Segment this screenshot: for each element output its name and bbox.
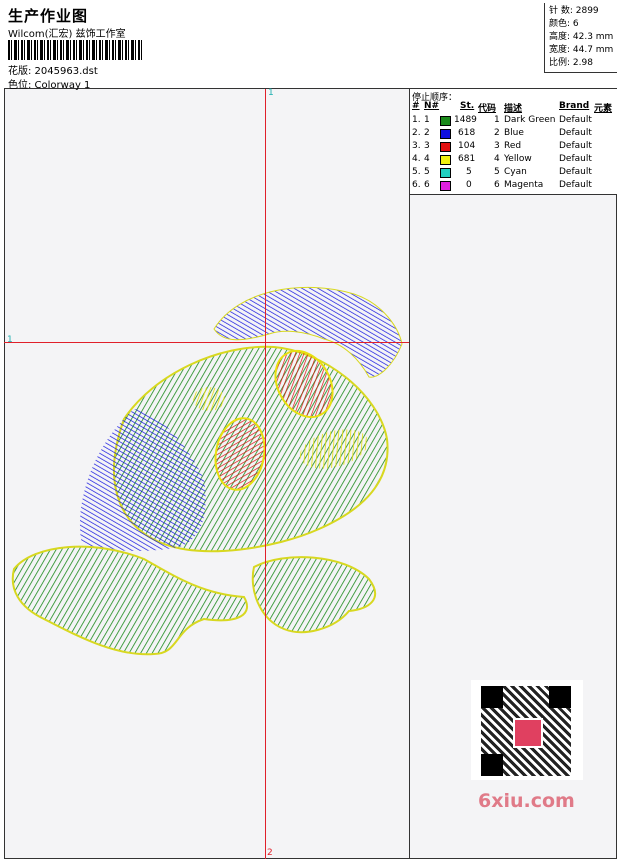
embroidery-canvas — [11, 286, 403, 656]
stat-height: 高度: 42.3 mm — [549, 32, 614, 42]
row-description: Yellow — [504, 154, 532, 164]
right-foot — [251, 556, 377, 634]
barcode — [8, 40, 144, 60]
row-code: 3 — [494, 141, 500, 151]
row-needle: 3 — [424, 141, 430, 151]
row-stitches: 0 — [466, 180, 472, 190]
stop-row: 1. 1 1489 1 Dark Green Default — [410, 115, 617, 128]
design-stats: 针 数: 2899 颜色: 6 高度: 42.3 mm 宽度: 44.7 mm … — [544, 3, 617, 73]
qr-logo-icon — [513, 718, 543, 748]
row-code: 1 — [494, 115, 500, 125]
row-description: Red — [504, 141, 522, 151]
row-code: 2 — [494, 128, 500, 138]
col-brand: Brand — [559, 101, 590, 111]
stat-colors: 颜色: 6 — [549, 19, 579, 29]
col-code: 代码 — [478, 104, 497, 114]
row-description: Cyan — [504, 167, 527, 177]
row-num: 5. — [412, 167, 421, 177]
color-swatch — [440, 129, 451, 139]
stop-row: 3. 3 104 3 Red Default — [410, 141, 617, 154]
row-num: 6. — [412, 180, 421, 190]
sheet-title: 生产作业图 — [8, 7, 89, 25]
color-swatch — [440, 142, 451, 152]
guide-label-left: 1 — [7, 335, 13, 345]
col-description: 描述 — [504, 104, 523, 114]
row-num: 2. — [412, 128, 421, 138]
col-stitches: St. — [460, 101, 475, 111]
color-swatch — [440, 116, 451, 126]
row-needle: 4 — [424, 154, 430, 164]
row-brand: Default — [559, 154, 592, 164]
row-needle: 2 — [424, 128, 430, 138]
row-stitches: 618 — [458, 128, 476, 138]
stop-row: 6. 6 0 6 Magenta Default — [410, 180, 617, 193]
row-code: 6 — [494, 180, 500, 190]
row-stitches: 1489 — [454, 115, 477, 125]
design-name: 花版: 2045963.dst — [8, 66, 98, 77]
vertical-guide — [265, 89, 266, 859]
col-element: 元素 — [594, 104, 613, 114]
color-swatch — [440, 155, 451, 165]
stop-sequence-table: 停止顺序： # N# St. 代码 描述 Brand 元素 1. 1 1489 … — [410, 89, 617, 195]
row-num: 4. — [412, 154, 421, 164]
row-description: Dark Green — [504, 115, 556, 125]
row-brand: Default — [559, 128, 592, 138]
row-num: 1. — [412, 115, 421, 125]
row-description: Blue — [504, 128, 524, 138]
row-brand: Default — [559, 141, 592, 151]
row-brand: Default — [559, 115, 592, 125]
left-foot — [11, 545, 249, 656]
row-num: 3. — [412, 141, 421, 151]
color-swatch — [440, 181, 451, 191]
site-watermark: 6xiu.com — [478, 790, 575, 812]
row-brand: Default — [559, 180, 592, 190]
stop-row: 4. 4 681 4 Yellow Default — [410, 154, 617, 167]
guide-label-top: 1 — [268, 88, 274, 98]
col-index: # — [412, 101, 420, 111]
stat-stitches: 针 数: 2899 — [549, 6, 599, 16]
stat-width: 宽度: 44.7 mm — [549, 45, 614, 55]
sheet-header: 生产作业图 Wilcom(汇宏) 兹饰工作室 花版: 2045963.dst 色… — [4, 3, 617, 91]
sheet-subtitle: Wilcom(汇宏) 兹饰工作室 — [8, 29, 126, 40]
row-needle: 5 — [424, 167, 430, 177]
col-needle: N# — [424, 101, 440, 111]
stat-scale: 比例: 2.98 — [549, 58, 593, 68]
qr-code-icon — [481, 686, 571, 776]
row-stitches: 104 — [458, 141, 476, 151]
row-description: Magenta — [504, 180, 544, 190]
qr-watermark — [471, 680, 583, 780]
row-needle: 6 — [424, 180, 430, 190]
guide-label-bottom: 2 — [267, 848, 273, 858]
color-swatch — [440, 168, 451, 178]
yellow-patch-left — [193, 387, 225, 411]
stop-row: 5. 5 5 5 Cyan Default — [410, 167, 617, 180]
row-code: 4 — [494, 154, 500, 164]
row-stitches: 681 — [458, 154, 476, 164]
row-stitches: 5 — [466, 167, 472, 177]
stop-row: 2. 2 618 2 Blue Default — [410, 128, 617, 141]
row-needle: 1 — [424, 115, 430, 125]
horizontal-guide — [4, 342, 409, 343]
row-code: 5 — [494, 167, 500, 177]
row-brand: Default — [559, 167, 592, 177]
